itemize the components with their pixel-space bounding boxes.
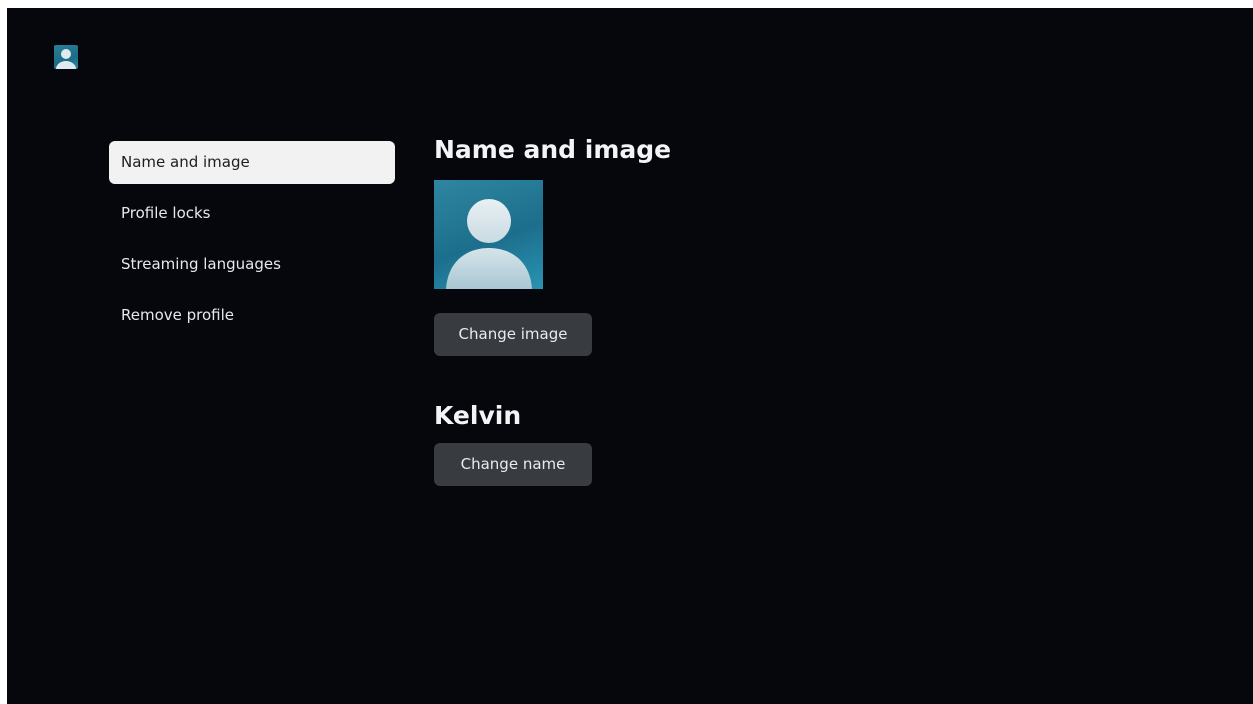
sidebar-item-name-and-image[interactable]: Name and image [109,141,395,184]
main-content: Name and image Change image Kelvin Chang… [434,134,1034,486]
sidebar-item-streaming-languages[interactable]: Streaming languages [109,243,395,286]
page-title: Name and image [434,135,672,164]
profile-settings-screen: Name and image Profile locks Streaming l… [7,8,1253,704]
change-name-button[interactable]: Change name [434,443,592,486]
person-silhouette-icon [434,180,543,289]
profile-name: Kelvin [434,401,522,430]
profile-avatar-icon[interactable] [54,45,78,69]
sidebar-item-remove-profile[interactable]: Remove profile [109,294,395,337]
settings-side-nav: Name and image Profile locks Streaming l… [109,141,395,345]
change-image-button[interactable]: Change image [434,313,592,356]
sidebar-item-profile-locks[interactable]: Profile locks [109,192,395,235]
